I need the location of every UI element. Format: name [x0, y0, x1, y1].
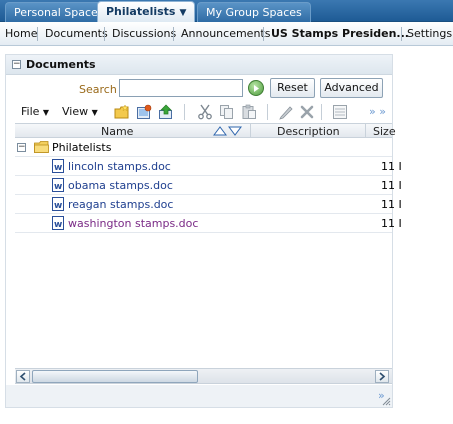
chevron-down-icon[interactable]: ▼ [179, 8, 186, 18]
tab-label: My Group Spaces [206, 6, 302, 19]
svg-text:w: w [54, 163, 62, 173]
scrollbar-thumb[interactable] [32, 370, 198, 383]
tab-label: Philatelists [106, 5, 176, 18]
horizontal-scrollbar[interactable] [15, 368, 392, 384]
table-row[interactable]: w obama stamps.doc 11 I [15, 176, 402, 195]
properties-icon[interactable] [332, 104, 348, 120]
tab-philatelists[interactable]: Philatelists ▼ [97, 1, 196, 23]
column-divider[interactable] [365, 124, 366, 138]
space-nav: Home Documents Discussions Announcements… [0, 22, 453, 46]
file-name-link[interactable]: obama stamps.doc [68, 179, 173, 192]
nav-divider [37, 27, 38, 41]
svg-text:w: w [54, 182, 62, 192]
word-doc-icon: w [52, 216, 64, 230]
file-size: 11 I [381, 160, 402, 173]
table-row[interactable]: w reagan stamps.doc 11 I [15, 195, 402, 214]
search-input[interactable] [119, 79, 243, 97]
top-tab-bar: Personal Space Philatelists ▼ My Group Sp… [0, 0, 453, 23]
delete-icon[interactable] [299, 104, 315, 120]
file-name-link[interactable]: reagan stamps.doc [68, 198, 173, 211]
resize-grip-icon[interactable] [381, 396, 391, 406]
collapse-icon[interactable]: − [12, 60, 21, 69]
upload-icon[interactable] [136, 104, 152, 120]
table-row[interactable]: w washington stamps.doc 11 I [15, 214, 402, 233]
word-doc-icon: w [52, 178, 64, 192]
nav-settings[interactable]: Settings [407, 22, 452, 45]
nav-discussions[interactable]: Discussions [112, 22, 176, 45]
edit-icon[interactable] [278, 104, 294, 120]
documents-panel: − Documents Search Reset Advanced File ▼… [5, 54, 402, 408]
folder-icon [34, 141, 49, 153]
nav-documents[interactable]: Documents [45, 22, 108, 45]
table-row[interactable]: w lincoln stamps.doc 11 I [15, 157, 402, 176]
chevron-left-icon [19, 372, 26, 381]
nav-announcements[interactable]: Announcements [181, 22, 270, 45]
word-doc-icon: w [52, 159, 64, 173]
panel-header: − Documents [6, 55, 392, 75]
chevron-right-icon [379, 372, 386, 381]
file-size: 11 I [381, 217, 402, 230]
view-menu-label: View [62, 105, 89, 118]
tab-label: Personal Space [14, 6, 98, 19]
folder-row[interactable]: − Philatelists [15, 138, 392, 157]
more-actions-icon[interactable]: » » [369, 105, 386, 118]
nav-divider [173, 27, 174, 41]
toolbar-divider [184, 104, 185, 120]
reset-button[interactable]: Reset [270, 78, 315, 98]
panel-title: Documents [26, 58, 96, 71]
file-name-link[interactable]: washington stamps.doc [68, 217, 198, 230]
copy-icon[interactable] [219, 104, 235, 120]
chevron-down-icon: ▼ [91, 108, 98, 117]
svg-text:w: w [54, 201, 62, 211]
column-header-name[interactable]: Name [101, 125, 133, 138]
new-folder-icon[interactable] [114, 104, 130, 120]
nav-home[interactable]: Home [5, 22, 37, 45]
tab-my-group-spaces[interactable]: My Group Spaces [197, 2, 311, 22]
column-divider[interactable] [250, 124, 251, 138]
nav-divider [104, 27, 105, 41]
file-name-link[interactable]: lincoln stamps.doc [68, 160, 171, 173]
go-icon[interactable] [248, 80, 264, 96]
folder-name: Philatelists [52, 141, 112, 154]
scroll-right-button[interactable] [375, 370, 389, 383]
table-header: Name Description Size [15, 123, 396, 138]
column-header-size[interactable]: Size [373, 125, 396, 138]
move-up-icon[interactable] [158, 104, 174, 120]
file-menu[interactable]: File ▼ [21, 105, 49, 118]
column-header-description[interactable]: Description [277, 125, 340, 138]
file-menu-label: File [21, 105, 40, 118]
toolbar-divider [267, 104, 268, 120]
toolbar-divider [321, 104, 322, 120]
nav-divider [263, 27, 264, 41]
nav-divider [401, 27, 402, 41]
file-size: 11 I [381, 198, 402, 211]
advanced-button[interactable]: Advanced [320, 78, 383, 98]
svg-text:w: w [54, 220, 62, 230]
file-size: 11 I [381, 179, 402, 192]
sort-icon[interactable] [213, 126, 243, 136]
search-bar: Search Reset Advanced [6, 76, 392, 102]
word-doc-icon: w [52, 197, 64, 211]
scroll-left-button[interactable] [16, 370, 30, 383]
search-label: Search [79, 83, 117, 96]
paste-icon[interactable] [241, 104, 257, 120]
view-menu[interactable]: View ▼ [62, 105, 98, 118]
collapse-icon[interactable]: − [17, 143, 26, 152]
chevron-down-icon: ▼ [42, 108, 50, 117]
panel-footer: » [6, 385, 392, 407]
tab-personal-space[interactable]: Personal Space [5, 2, 107, 22]
nav-us-stamps-presidents[interactable]: US Stamps Presiden... [271, 22, 409, 45]
cut-icon[interactable] [197, 104, 213, 120]
documents-toolbar: File ▼ View ▼ » » [15, 102, 392, 122]
